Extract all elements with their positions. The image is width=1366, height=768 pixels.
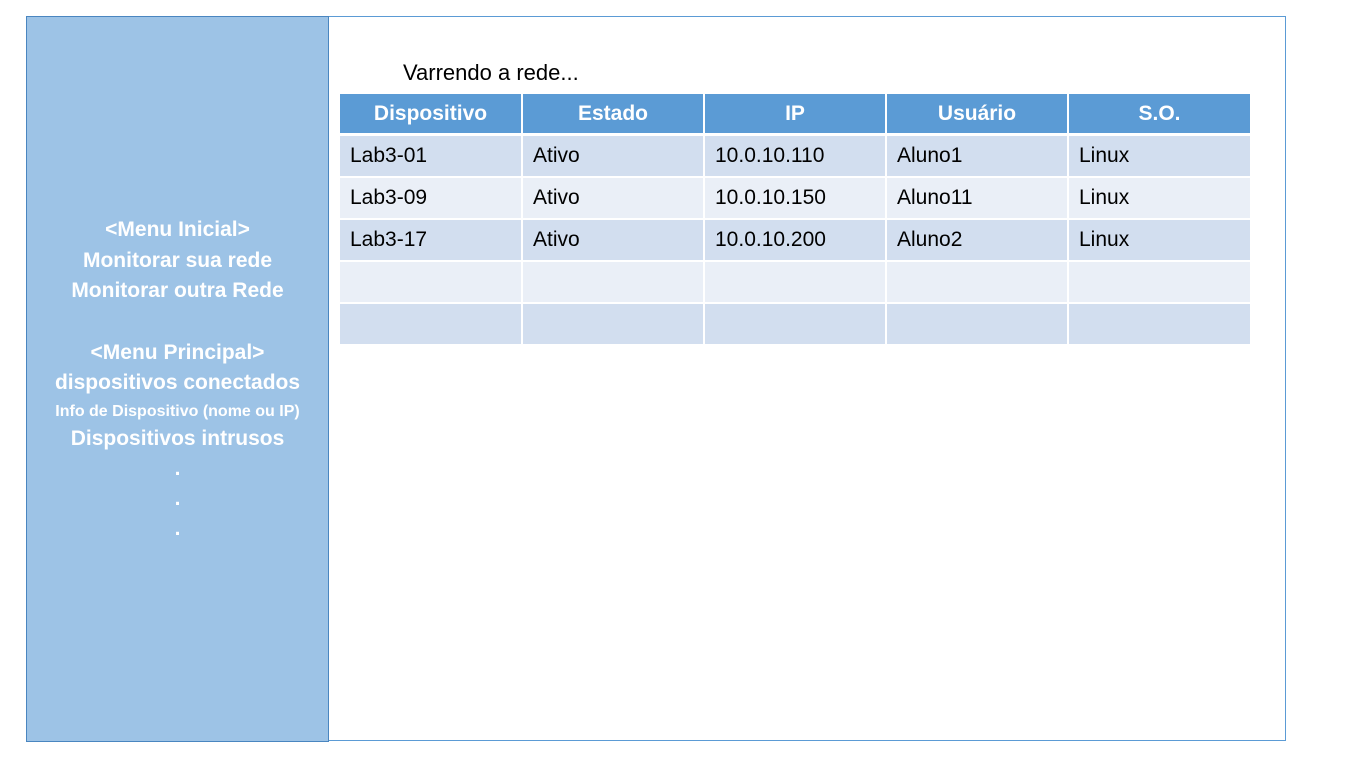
cell-so: Linux	[1067, 219, 1250, 262]
column-header-ip[interactable]: IP	[703, 94, 886, 136]
table-row[interactable]: Lab3-01 Ativo 10.0.10.110 Aluno1 Linux	[340, 134, 1250, 178]
menu-item-info-dispositivo[interactable]: Info de Dispositivo (nome ou IP)	[27, 399, 328, 424]
menu-item-monitorar-outra-rede[interactable]: Monitorar outra Rede	[27, 276, 328, 307]
column-header-estado[interactable]: Estado	[521, 94, 704, 136]
menu-ellipsis-dot: .	[174, 517, 181, 540]
cell-dispositivo	[340, 303, 522, 346]
menu-ellipsis-dot: .	[174, 457, 181, 480]
cell-so: Linux	[1067, 134, 1250, 178]
cell-estado	[521, 303, 704, 346]
cell-dispositivo: Lab3-01	[340, 134, 522, 178]
cell-ip: 10.0.10.200	[703, 219, 886, 262]
menu-item-dispositivos-conectados[interactable]: dispositivos conectados	[27, 368, 328, 399]
menu-principal-header: <Menu Principal>	[90, 340, 265, 364]
menu-spacer	[27, 307, 328, 338]
cell-ip: 10.0.10.110	[703, 134, 886, 178]
menu-item-dispositivos-intrusos[interactable]: Dispositivos intrusos	[27, 424, 328, 455]
scan-status-text: Varrendo a rede...	[403, 60, 579, 85]
cell-so	[1067, 303, 1250, 346]
cell-estado: Ativo	[521, 219, 704, 262]
sidebar: <Menu Inicial> Monitorar sua rede Monito…	[26, 16, 329, 742]
cell-usuario: Aluno1	[885, 134, 1068, 178]
column-header-so[interactable]: S.O.	[1067, 94, 1250, 136]
table-row[interactable]: Lab3-09 Ativo 10.0.10.150 Aluno11 Linux	[340, 177, 1250, 220]
cell-ip: 10.0.10.150	[703, 177, 886, 220]
cell-usuario: Aluno11	[885, 177, 1068, 220]
table-row[interactable]: Lab3-17 Ativo 10.0.10.200 Aluno2 Linux	[340, 219, 1250, 262]
menu-inicial-header: <Menu Inicial>	[105, 218, 250, 241]
cell-estado	[521, 261, 704, 304]
cell-usuario	[885, 261, 1068, 304]
table-row[interactable]	[340, 261, 1250, 304]
sidebar-menu: <Menu Inicial> Monitorar sua rede Monito…	[27, 215, 328, 544]
menu-item-monitorar-sua-rede[interactable]: Monitorar sua rede	[27, 246, 328, 277]
cell-dispositivo: Lab3-17	[340, 219, 522, 262]
menu-ellipsis-dot: .	[174, 487, 181, 510]
devices-table: Dispositivo Estado IP Usuário S.O. Lab3-…	[340, 94, 1250, 346]
table-header-row: Dispositivo Estado IP Usuário S.O.	[340, 94, 1250, 136]
cell-so	[1067, 261, 1250, 304]
cell-dispositivo: Lab3-09	[340, 177, 522, 220]
cell-estado: Ativo	[521, 134, 704, 178]
cell-ip	[703, 261, 886, 304]
cell-estado: Ativo	[521, 177, 704, 220]
cell-dispositivo	[340, 261, 522, 304]
cell-usuario: Aluno2	[885, 219, 1068, 262]
cell-so: Linux	[1067, 177, 1250, 220]
column-header-dispositivo[interactable]: Dispositivo	[340, 94, 522, 136]
cell-usuario	[885, 303, 1068, 346]
column-header-usuario[interactable]: Usuário	[885, 94, 1068, 136]
cell-ip	[703, 303, 886, 346]
table-row[interactable]	[340, 303, 1250, 346]
